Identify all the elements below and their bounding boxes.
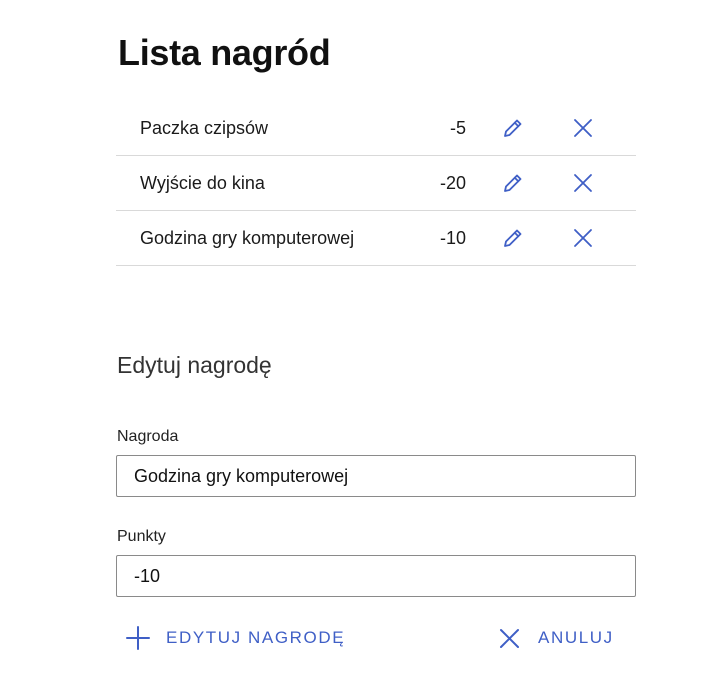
reward-row: Paczka czipsów -5	[116, 101, 636, 156]
edit-reward-submit-button[interactable]: EDYTUJ NAGRODĘ	[124, 620, 345, 656]
reward-name: Wyjście do kina	[140, 173, 265, 193]
edit-reward-button[interactable]	[501, 116, 525, 140]
reward-name-input[interactable]	[116, 455, 636, 497]
edit-reward-button[interactable]	[501, 226, 525, 250]
reward-list: Paczka czipsów -5 Wyjście do kina -20 Go…	[116, 101, 636, 266]
cancel-label: ANULUJ	[538, 628, 614, 647]
reward-points: -20	[439, 173, 466, 193]
close-icon	[574, 229, 592, 247]
reward-points-input[interactable]	[116, 555, 636, 597]
page-title: Lista nagród	[118, 32, 331, 73]
pencil-icon	[504, 229, 522, 247]
edit-form-title: Edytuj nagrodę	[117, 352, 272, 378]
plus-icon	[124, 624, 152, 652]
reward-name: Godzina gry komputerowej	[140, 228, 355, 248]
close-icon	[574, 174, 592, 192]
delete-reward-button[interactable]	[571, 116, 595, 140]
reward-row: Godzina gry komputerowej -10	[116, 211, 636, 266]
edit-reward-button[interactable]	[501, 171, 525, 195]
close-icon	[496, 624, 524, 652]
pencil-icon	[504, 174, 522, 192]
delete-reward-button[interactable]	[571, 226, 595, 250]
reward-row: Wyjście do kina -20	[116, 156, 636, 211]
pencil-icon	[504, 119, 522, 137]
reward-name: Paczka czipsów	[140, 118, 269, 138]
reward-points: -10	[439, 228, 466, 248]
reward-name-label: Nagroda	[117, 428, 179, 445]
reward-points: -5	[449, 118, 466, 138]
cancel-button[interactable]: ANULUJ	[496, 620, 614, 656]
delete-reward-button[interactable]	[571, 171, 595, 195]
edit-reward-submit-label: EDYTUJ NAGRODĘ	[166, 628, 346, 647]
close-icon	[574, 119, 592, 137]
reward-points-label: Punkty	[117, 528, 166, 545]
